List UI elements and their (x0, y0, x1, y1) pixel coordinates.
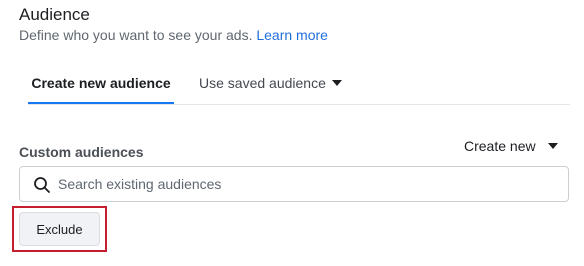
audience-search-box[interactable] (19, 166, 569, 202)
exclude-button[interactable]: Exclude (19, 212, 100, 246)
tab-use-saved-audience-label: Use saved audience (199, 75, 326, 91)
search-icon (34, 177, 50, 193)
create-new-label: Create new (464, 138, 536, 154)
section-title: Audience (19, 5, 90, 24)
custom-audiences-label: Custom audiences (19, 144, 144, 160)
tab-create-new-audience[interactable]: Create new audience (28, 62, 174, 104)
caret-down-icon (331, 80, 342, 87)
search-input[interactable] (58, 167, 558, 201)
audience-panel: Audience Define who you want to see your… (0, 0, 584, 266)
create-new-dropdown[interactable]: Create new (464, 137, 558, 155)
tab-use-saved-audience[interactable]: Use saved audience (199, 62, 342, 104)
section-description: Define who you want to see your ads. Lea… (19, 26, 328, 44)
description-text: Define who you want to see your ads. (19, 27, 253, 43)
audience-tabs: Create new audience Use saved audience (28, 62, 570, 105)
learn-more-link[interactable]: Learn more (256, 27, 328, 43)
highlight-frame: Exclude (12, 206, 107, 252)
caret-down-icon (547, 143, 558, 150)
